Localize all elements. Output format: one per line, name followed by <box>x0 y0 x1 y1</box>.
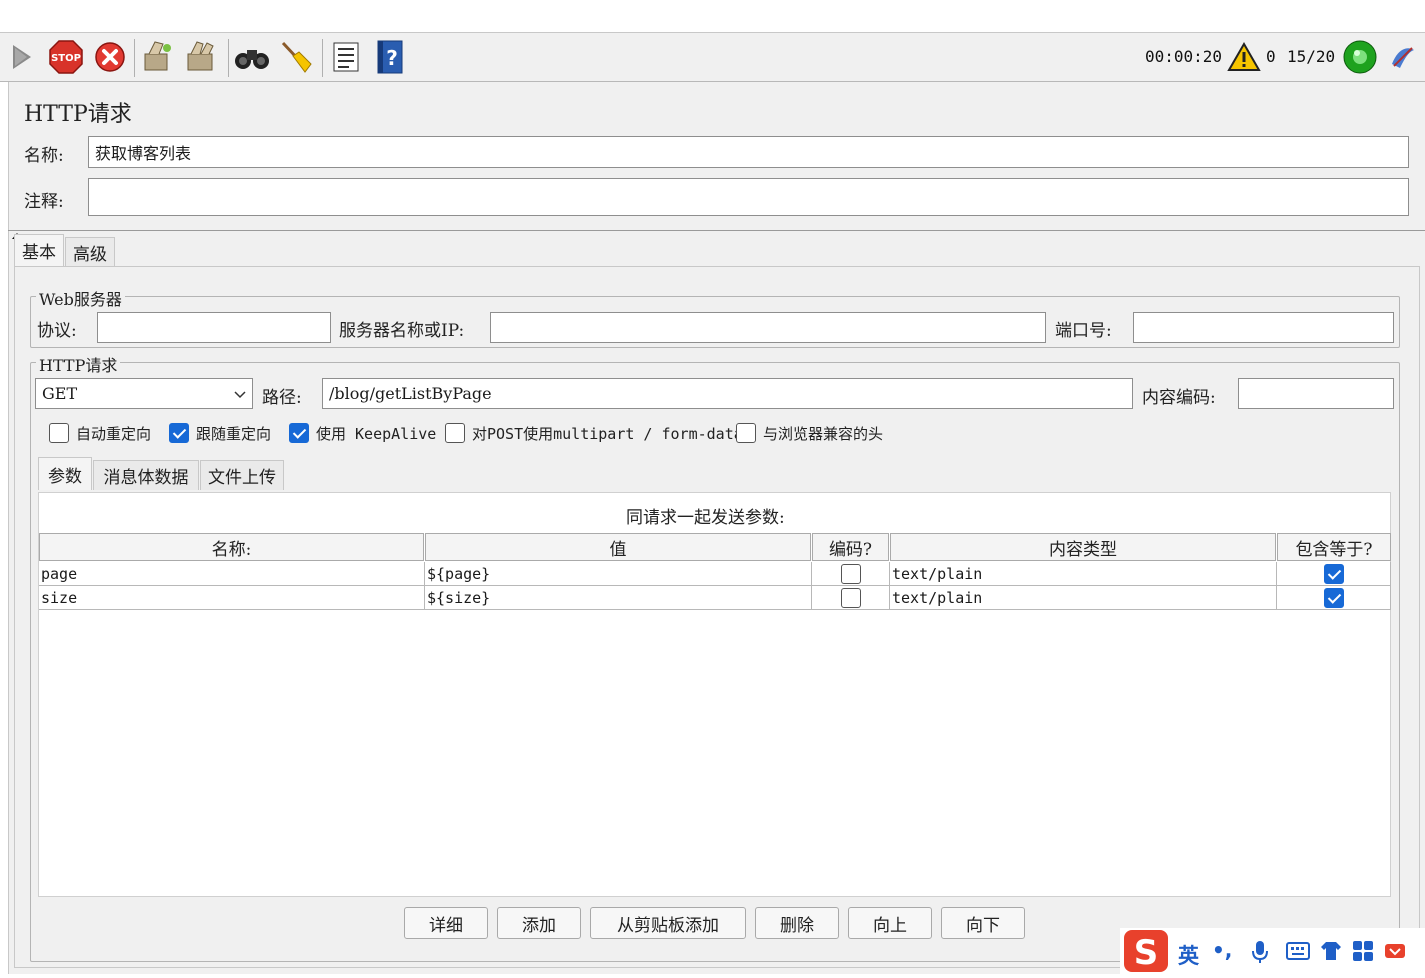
clear-all-icon[interactable] <box>184 39 220 75</box>
keepalive-label: 使用 KeepAlive <box>316 425 437 443</box>
header-content-type[interactable]: 内容类型 <box>890 533 1276 561</box>
shutdown-icon[interactable] <box>92 39 128 75</box>
tab-params[interactable]: 参数 <box>38 457 92 490</box>
function-helper-icon[interactable] <box>328 39 364 75</box>
add-button[interactable]: 添加 <box>497 907 581 939</box>
browser-headers-label: 与浏览器兼容的头 <box>763 425 884 443</box>
start-icon[interactable] <box>4 39 40 75</box>
table-cell-include-equals <box>1277 562 1391 586</box>
ime-toolbar: S 英 •, <box>1120 928 1425 974</box>
running-status-icon <box>1342 39 1378 75</box>
keyboard-icon[interactable] <box>1286 941 1310 965</box>
tab-body-data[interactable]: 消息体数据 <box>93 460 199 490</box>
svg-text:?: ? <box>386 46 398 70</box>
table-cell-value[interactable]: ${size} <box>425 586 812 610</box>
tab-basic[interactable]: 基本 <box>14 234 64 266</box>
table-cell-name[interactable]: page <box>39 562 425 586</box>
follow-redirect-label: 跟随重定向 <box>196 425 272 443</box>
encode-checkbox[interactable] <box>840 587 861 608</box>
help-book-icon[interactable]: ? <box>372 39 408 75</box>
table-cell-include-equals <box>1277 586 1391 610</box>
comment-label: 注释: <box>24 192 64 212</box>
warning-icon[interactable] <box>1226 39 1262 75</box>
delete-button[interactable]: 删除 <box>755 907 839 939</box>
follow-redirect-checkbox[interactable] <box>169 423 189 443</box>
elapsed-timer: 00:00:20 <box>1145 47 1223 66</box>
keepalive-checkbox[interactable] <box>289 423 309 443</box>
svg-text:STOP: STOP <box>51 53 81 64</box>
auto-redirect-checkbox[interactable] <box>49 423 69 443</box>
microphone-icon[interactable] <box>1250 940 1270 968</box>
include-equals-checkbox[interactable] <box>1323 563 1344 584</box>
splitter[interactable] <box>8 230 1425 231</box>
active-threads: 15/20 <box>1287 47 1336 66</box>
web-server-title: Web服务器 <box>36 286 125 310</box>
port-input[interactable] <box>1133 312 1394 343</box>
http-request-title: HTTP请求 <box>36 352 121 376</box>
table-cell-content-type[interactable]: text/plain <box>890 562 1277 586</box>
header-include-equals[interactable]: 包含等于? <box>1277 533 1391 561</box>
server-label: 服务器名称或IP: <box>339 321 465 341</box>
skin-shirt-icon[interactable] <box>1320 940 1342 966</box>
method-value: GET <box>42 384 78 403</box>
stop-icon[interactable]: STOP <box>48 39 84 75</box>
sogou-logo-icon[interactable]: S <box>1122 928 1170 978</box>
move-up-button[interactable]: 向上 <box>848 907 932 939</box>
header-encode[interactable]: 编码? <box>812 533 889 561</box>
multipart-checkbox[interactable] <box>445 423 465 443</box>
page-title: HTTP请求 <box>24 102 132 127</box>
multipart-label: 对POST使用multipart / form-data <box>472 425 743 443</box>
ime-mode[interactable]: 英 <box>1178 940 1199 970</box>
broom-icon[interactable] <box>278 39 314 75</box>
table-cell-name[interactable]: size <box>39 586 425 610</box>
log-viewer-icon[interactable] <box>1385 39 1421 75</box>
path-input[interactable]: /blog/getListByPage <box>322 378 1133 409</box>
server-input[interactable] <box>490 312 1046 343</box>
detail-button[interactable]: 详细 <box>404 907 488 939</box>
table-cell-content-type[interactable]: text/plain <box>890 586 1277 610</box>
encode-checkbox[interactable] <box>840 563 861 584</box>
clear-icon[interactable] <box>140 39 176 75</box>
tab-file-upload[interactable]: 文件上传 <box>200 460 284 490</box>
toolbar: STOP ? 00:00:20 0 15/20 <box>0 32 1425 82</box>
protocol-label: 协议: <box>37 321 77 341</box>
comment-input[interactable] <box>88 178 1409 216</box>
search-binoculars-icon[interactable] <box>234 39 270 75</box>
method-select[interactable]: GET <box>35 378 253 409</box>
chevron-down-icon <box>234 384 246 403</box>
table-cell-value[interactable]: ${page} <box>425 562 812 586</box>
toolbox-grid-icon[interactable] <box>1352 940 1374 966</box>
name-label: 名称: <box>24 146 64 166</box>
header-value[interactable]: 值 <box>425 533 811 561</box>
encoding-label: 内容编码: <box>1142 388 1216 408</box>
port-label: 端口号: <box>1055 321 1112 341</box>
params-table: 同请求一起发送参数: 名称: 值 编码? 内容类型 包含等于? page ${p… <box>38 492 1391 897</box>
svg-text:S: S <box>1134 933 1159 973</box>
add-from-clipboard-button[interactable]: 从剪贴板添加 <box>590 907 746 939</box>
table-cell-encode <box>812 586 890 610</box>
path-label: 路径: <box>262 388 302 408</box>
table-caption: 同请求一起发送参数: <box>626 508 785 528</box>
warning-count: 0 <box>1266 47 1276 66</box>
tab-advanced[interactable]: 高级 <box>65 237 115 266</box>
browser-headers-checkbox[interactable] <box>736 423 756 443</box>
ime-punct[interactable]: •, <box>1212 938 1232 962</box>
header-name[interactable]: 名称: <box>39 533 424 561</box>
move-down-button[interactable]: 向下 <box>941 907 1025 939</box>
include-equals-checkbox[interactable] <box>1323 587 1344 608</box>
encoding-input[interactable] <box>1238 378 1394 409</box>
ime-more-icon[interactable] <box>1384 942 1406 964</box>
name-input[interactable]: 获取博客列表 <box>88 136 1409 168</box>
table-cell-encode <box>812 562 890 586</box>
auto-redirect-label: 自动重定向 <box>76 425 152 443</box>
protocol-input[interactable] <box>97 312 331 343</box>
